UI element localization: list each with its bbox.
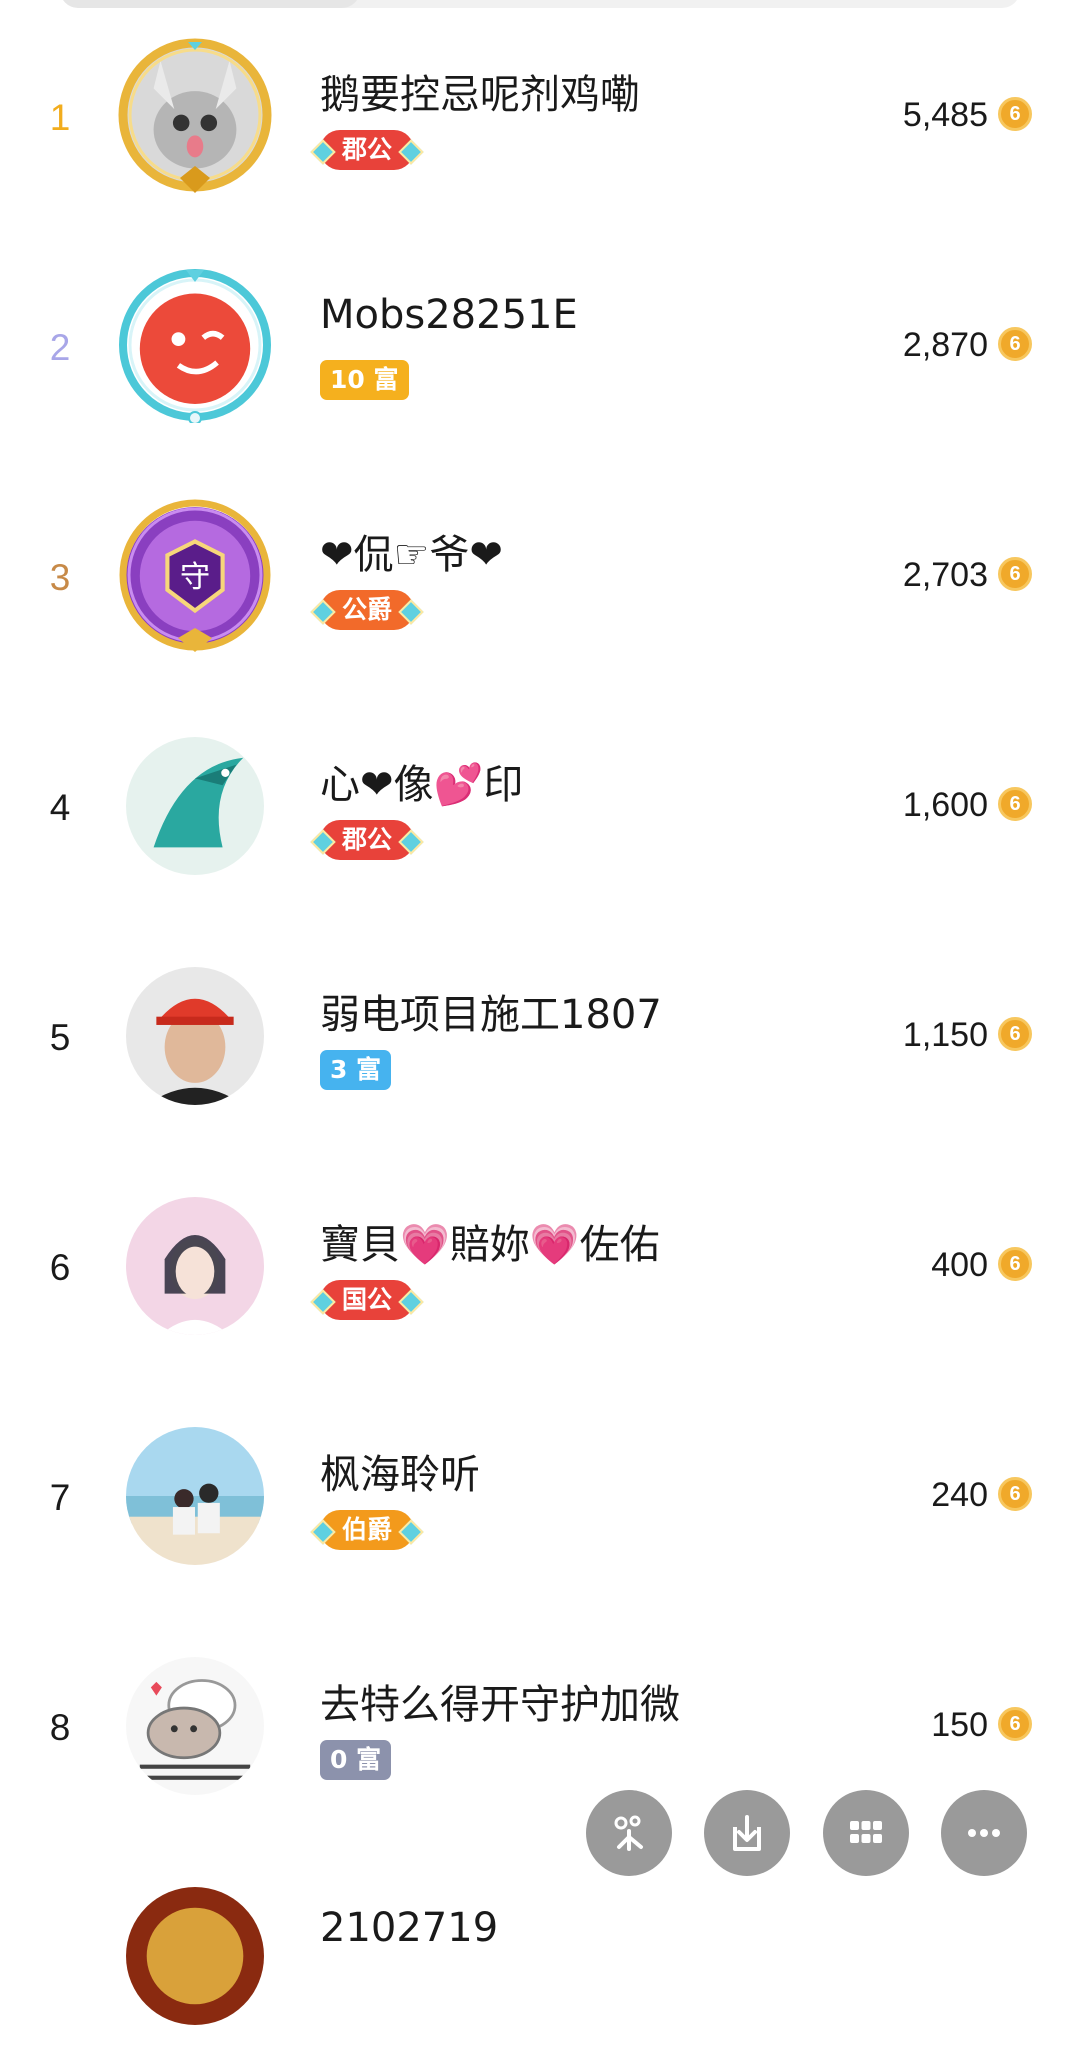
kuaishou-logo-button[interactable] <box>586 1790 672 1876</box>
user-name: 2102719 <box>320 1905 499 1951</box>
score-value: 5,485 <box>902 96 988 134</box>
coin-icon: 6 <box>998 557 1032 591</box>
user-name: 心❤像💕印 <box>320 762 524 808</box>
download-icon <box>733 1815 761 1851</box>
ranking-row[interactable]: 3 守 ❤侃☞爷❤ 公爵 2,703 6 <box>0 460 1080 690</box>
avatar[interactable] <box>126 1657 264 1795</box>
coin-icon: 6 <box>998 97 1032 131</box>
avatar[interactable] <box>126 1197 264 1335</box>
rank-badge: 郡公 <box>320 820 415 860</box>
user-name: 鹅要控忌呢剂鸡嘞 <box>320 72 640 118</box>
rank-number: 1 <box>49 97 71 138</box>
rank-number: 5 <box>49 1017 71 1058</box>
avatar[interactable] <box>126 1427 264 1565</box>
score-value: 240 <box>931 1476 988 1514</box>
score-value: 150 <box>931 1706 988 1744</box>
grid-button[interactable] <box>823 1790 909 1876</box>
coin-icon: 6 <box>998 1477 1032 1511</box>
rank-badge: 郡公 <box>320 130 415 170</box>
avatar[interactable] <box>126 47 264 185</box>
user-name: 弱电项目施工1807 <box>320 992 662 1038</box>
ranking-row[interactable]: 5 弱电项目施工1807 3 富 1,150 6 <box>0 920 1080 1150</box>
rank-badge: 3 富 <box>320 1050 392 1090</box>
score-value: 2,703 <box>902 556 988 594</box>
download-button[interactable] <box>704 1790 790 1876</box>
more-icon <box>968 1829 1000 1837</box>
rank-badge: 10 富 <box>320 360 409 400</box>
rank-number: 7 <box>49 1477 71 1518</box>
user-name: 寶貝💗賠妳💗佐佑 <box>320 1222 660 1268</box>
coin-icon: 6 <box>998 1017 1032 1051</box>
rank-badge: 伯爵 <box>320 1510 415 1550</box>
coin-icon: 6 <box>998 327 1032 361</box>
user-name: ❤侃☞爷❤ <box>320 532 503 578</box>
score-value: 400 <box>931 1246 988 1284</box>
rank-badge: 0 富 <box>320 1740 392 1780</box>
coin-icon: 6 <box>998 1247 1032 1281</box>
ranking-row[interactable]: 7 枫海聆听 伯爵 240 6 <box>0 1380 1080 1610</box>
avatar[interactable] <box>126 737 264 875</box>
avatar[interactable]: 守 <box>126 507 264 645</box>
ranking-row[interactable]: 8 去特么得开守护加微 0 富 150 6 <box>0 1610 1080 1840</box>
coin-icon: 6 <box>998 787 1032 821</box>
score-value: 2,870 <box>902 326 988 364</box>
rank-number: 2 <box>49 327 71 368</box>
ranking-row[interactable]: 4 心❤像💕印 郡公 1,600 6 <box>0 690 1080 920</box>
rank-badge: 公爵 <box>320 590 415 630</box>
ranking-row[interactable]: 2102719 <box>0 1840 1080 2070</box>
score-value: 1,150 <box>902 1016 988 1054</box>
ranking-row[interactable]: 2 Mobs28251E 10 富 2,870 6 <box>0 230 1080 460</box>
avatar[interactable] <box>126 277 264 415</box>
user-name: 枫海聆听 <box>320 1452 480 1498</box>
user-name: Mobs28251E <box>320 292 578 338</box>
kuaishou-logo-icon <box>614 1815 643 1851</box>
coin-icon: 6 <box>998 1707 1032 1741</box>
rank-number: 6 <box>49 1247 71 1288</box>
rank-number: 3 <box>49 557 71 598</box>
grid-icon <box>850 1821 882 1843</box>
user-name: 去特么得开守护加微 <box>320 1682 680 1728</box>
score-value: 1,600 <box>902 786 988 824</box>
ranking-row[interactable]: 6 寶貝💗賠妳💗佐佑 国公 400 6 <box>0 1150 1080 1380</box>
more-button[interactable] <box>941 1790 1027 1876</box>
rank-number: 4 <box>49 787 71 828</box>
avatar[interactable] <box>126 1887 264 2025</box>
ranking-row[interactable]: 1 鹅要控忌呢剂鸡嘞 郡公 5,485 6 <box>0 0 1080 230</box>
rank-badge: 国公 <box>320 1280 415 1320</box>
avatar[interactable] <box>126 967 264 1105</box>
svg-text:守: 守 <box>180 560 210 595</box>
rank-number: 8 <box>49 1707 71 1748</box>
